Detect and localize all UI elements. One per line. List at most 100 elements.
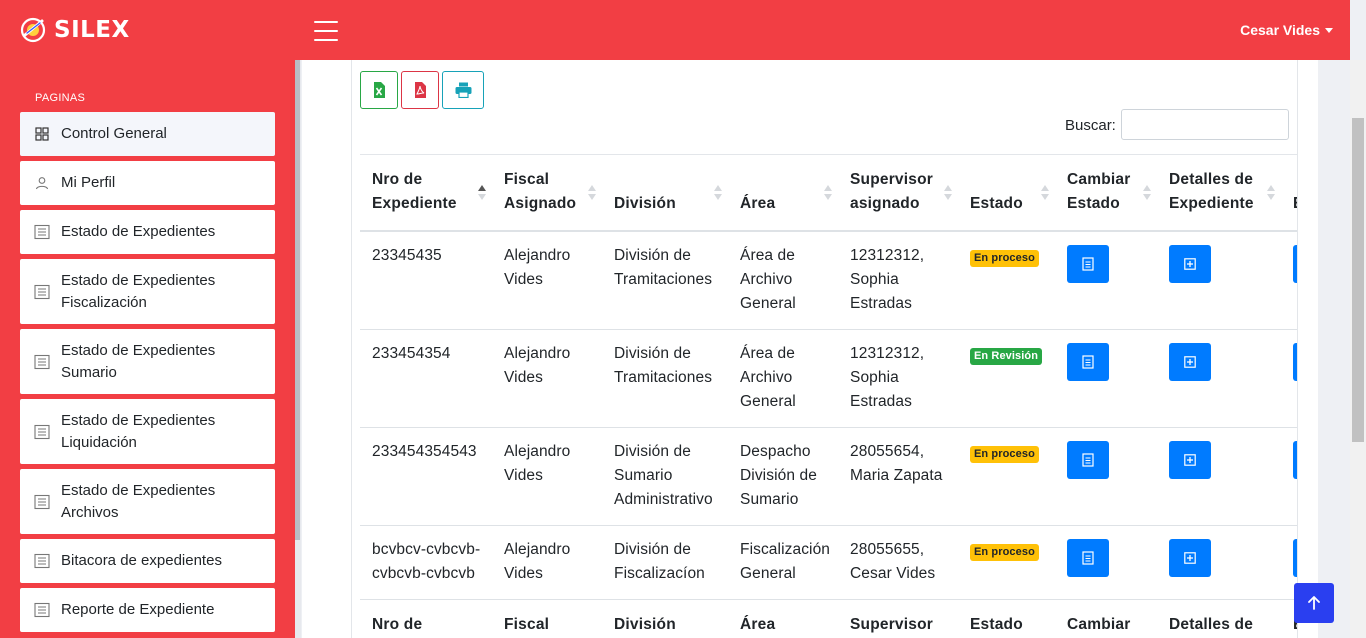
table-row: 23345435 Alejandro Vides División de Tra… — [360, 231, 1297, 330]
table-footer-row: Nro de Fiscal División Área Supervisor E… — [360, 598, 1297, 638]
column-header-detalles[interactable]: Detalles de Expediente — [1157, 154, 1281, 232]
cell-extra — [1281, 231, 1297, 330]
sort-icon — [1143, 185, 1151, 201]
cell-estado: En proceso — [958, 231, 1055, 330]
sidebar-item-reporte[interactable]: Reporte de Expediente — [20, 588, 275, 632]
sort-icon — [944, 185, 952, 201]
cell-detalles — [1157, 231, 1281, 330]
cell-extra — [1281, 427, 1297, 526]
sidebar-nav: Control General Mi Perfil Estado de Expe… — [20, 112, 275, 637]
footer-header-division: División — [602, 598, 728, 638]
document-icon — [1082, 257, 1094, 271]
export-pdf-button[interactable] — [401, 71, 439, 109]
details-button[interactable] — [1169, 342, 1211, 381]
user-menu[interactable]: Cesar Vides — [1240, 22, 1333, 38]
pdf-icon — [415, 82, 426, 98]
sidebar-item-label: Estado de Expedientes Fiscalización — [61, 271, 216, 311]
scroll-to-top-button[interactable] — [1294, 583, 1334, 623]
sidebar-scrollbar[interactable] — [295, 60, 301, 638]
print-icon — [455, 82, 471, 98]
change-status-button[interactable] — [1067, 245, 1109, 283]
print-button[interactable] — [442, 71, 484, 109]
extra-action-button[interactable] — [1293, 538, 1297, 577]
sidebar-item-estado-expedientes[interactable]: Estado de Expedientes — [20, 210, 275, 254]
sort-icon — [1041, 185, 1049, 201]
cell-nro: bcvbcv-cvbcvb-cvbcvb-cvbcvb — [360, 525, 492, 600]
status-badge: En proceso — [970, 543, 1039, 561]
sidebar-item-label: Estado de Expedientes Liquidación — [61, 411, 216, 451]
cell-nro: 23345435 — [360, 231, 492, 330]
sort-icon — [588, 185, 596, 201]
cell-cambiar-estado — [1055, 525, 1157, 600]
status-badge: En Revisión — [970, 347, 1043, 365]
details-button[interactable] — [1169, 440, 1211, 479]
column-header-extra[interactable]: E E — [1281, 154, 1297, 232]
table-row: 233454354 Alejandro Vides División de Tr… — [360, 329, 1297, 428]
sort-icon — [824, 185, 832, 201]
column-header-fiscal[interactable]: Fiscal Asignado — [492, 154, 602, 232]
cell-fiscal: Alejandro Vides — [492, 427, 602, 526]
footer-header-detalles: Detalles de — [1157, 598, 1281, 638]
cell-area: Fiscalización General — [728, 525, 838, 600]
sidebar-item-estado-liquidacion[interactable]: Estado de Expedientes Liquidación — [20, 399, 275, 464]
search-input[interactable] — [1121, 109, 1289, 140]
document-list-icon — [34, 424, 50, 440]
sort-icon — [714, 185, 722, 201]
cell-detalles — [1157, 427, 1281, 526]
document-list-icon — [34, 224, 50, 240]
brand[interactable]: SILEX — [18, 13, 130, 47]
column-header-cambiar-estado[interactable]: Cambiar Estado — [1055, 154, 1157, 232]
cell-area: Área de Archivo General — [728, 231, 838, 330]
page-scrollbar[interactable] — [1350, 60, 1366, 638]
column-header-area[interactable]: Área — [728, 154, 838, 232]
arrow-up-icon — [1308, 596, 1320, 610]
cell-cambiar-estado — [1055, 231, 1157, 330]
table-row: bcvbcv-cvbcvb-cvbcvb-cvbcvb Alejandro Vi… — [360, 525, 1297, 600]
cell-estado: En proceso — [958, 525, 1055, 600]
column-header-supervisor[interactable]: Supervisor asignado — [838, 154, 958, 232]
sidebar-item-estado-archivos[interactable]: Estado de Expedientes Archivos — [20, 469, 275, 534]
document-list-icon — [34, 494, 50, 510]
menu-toggle-icon[interactable] — [314, 21, 338, 41]
column-header-nro[interactable]: Nro de Expediente — [360, 154, 492, 232]
footer-header-cambiar-estado: Cambiar — [1055, 598, 1157, 638]
column-header-division[interactable]: División — [602, 154, 728, 232]
sidebar-item-estado-sumario[interactable]: Estado de Expedientes Sumario — [20, 329, 275, 394]
cell-division: División de Tramitaciones — [602, 329, 728, 428]
plus-box-icon — [1184, 258, 1196, 270]
extra-action-button[interactable] — [1293, 342, 1297, 381]
cell-area: Área de Archivo General — [728, 329, 838, 428]
cell-supervisor: 28055654, Maria Zapata — [838, 427, 958, 526]
footer-header-supervisor: Supervisor — [838, 598, 958, 638]
column-header-estado[interactable]: Estado — [958, 154, 1055, 232]
cell-estado: En proceso — [958, 427, 1055, 526]
sidebar-section-label: PAGINAS — [35, 92, 86, 104]
cell-cambiar-estado — [1055, 329, 1157, 428]
extra-action-button[interactable] — [1293, 440, 1297, 479]
status-badge: En proceso — [970, 250, 1039, 267]
cell-supervisor: 12312312, Sophia Estradas — [838, 329, 958, 428]
sidebar-item-mi-perfil[interactable]: Mi Perfil — [20, 161, 275, 205]
details-button[interactable] — [1169, 245, 1211, 283]
cell-cambiar-estado — [1055, 427, 1157, 526]
change-status-button[interactable] — [1067, 342, 1109, 381]
sidebar-item-bitacora[interactable]: Bitacora de expedientes — [20, 539, 275, 583]
extra-action-button[interactable] — [1293, 245, 1297, 283]
sidebar-item-estado-fiscalizacion[interactable]: Estado de Expedientes Fiscalización — [20, 259, 275, 324]
table-row: 233454354543 Alejandro Vides División de… — [360, 427, 1297, 526]
document-list-icon — [34, 553, 50, 569]
sidebar-item-label: Estado de Expedientes Archivos — [61, 481, 216, 521]
change-status-button[interactable] — [1067, 538, 1109, 577]
user-icon — [34, 175, 50, 191]
footer-header-nro: Nro de — [360, 598, 492, 638]
document-icon — [1082, 452, 1094, 467]
export-excel-button[interactable] — [360, 71, 398, 109]
details-button[interactable] — [1169, 538, 1211, 577]
grid-icon — [34, 126, 50, 142]
sidebar-item-control-general[interactable]: Control General — [20, 112, 275, 156]
change-status-button[interactable] — [1067, 440, 1109, 479]
cell-detalles — [1157, 329, 1281, 428]
cell-division: División de Tramitaciones — [602, 231, 728, 330]
caret-down-icon — [1325, 27, 1333, 33]
cell-fiscal: Alejandro Vides — [492, 329, 602, 428]
